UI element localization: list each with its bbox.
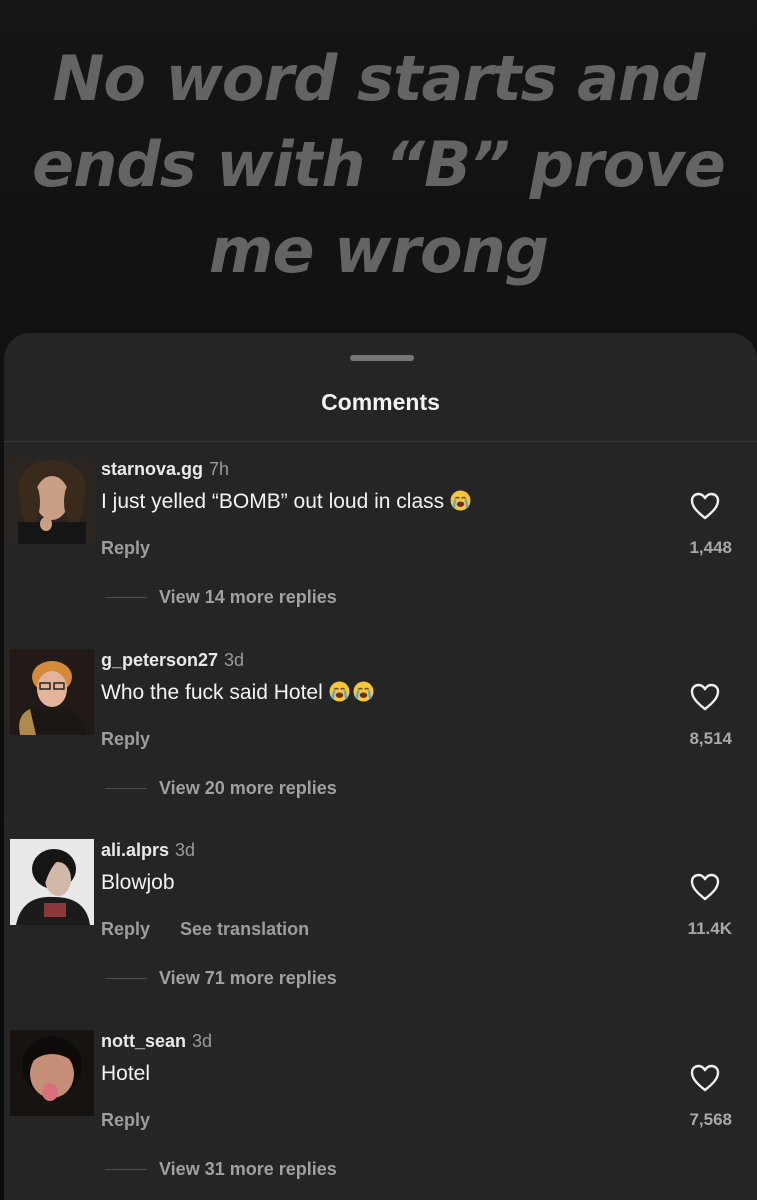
heart-icon[interactable] — [690, 1064, 720, 1092]
heart-icon[interactable] — [690, 683, 720, 711]
reply-button[interactable]: Reply — [101, 1110, 150, 1130]
sheet-title: Comments — [321, 389, 440, 415]
comment-username[interactable]: nott_sean — [101, 1031, 186, 1051]
comment-item: g_peterson27 3d Who the fuck said Hotel R… — [4, 649, 757, 819]
heart-icon[interactable] — [690, 873, 720, 901]
video-caption: No word starts and ends with “B” prove m… — [32, 42, 726, 287]
like-count: 1,448 — [689, 538, 732, 557]
comment-body: I just yelled “BOMB” out loud in class — [101, 490, 471, 514]
avatar[interactable] — [10, 1030, 94, 1116]
comment-actions: Reply — [101, 538, 150, 559]
comment-meta: ali.alprs 3d — [101, 840, 195, 861]
comment-body: Hotel — [101, 1062, 150, 1086]
comment-item: ali.alprs 3d Blowjob Reply See translation… — [4, 839, 757, 1009]
comment-item: nott_sean 3d Hotel Reply 7,568 View 31 mo… — [4, 1030, 757, 1200]
comment-body: Blowjob — [101, 871, 175, 895]
comment-text: I just yelled “BOMB” out loud in class — [101, 490, 445, 513]
loudly-crying-face-icon — [353, 681, 374, 702]
view-replies-label: View 14 more replies — [159, 587, 337, 607]
comment-time: 3d — [175, 840, 196, 860]
comment-body: Who the fuck said Hotel — [101, 681, 374, 705]
comment-username[interactable]: ali.alprs — [101, 840, 169, 860]
comment-time: 7h — [209, 459, 230, 479]
like-count: 7,568 — [689, 1110, 732, 1129]
comments-sheet: Comments starnova.gg 7h I just yelled “BO… — [4, 333, 757, 1200]
avatar[interactable] — [10, 649, 94, 735]
heart-icon[interactable] — [690, 492, 720, 520]
replies-line — [105, 788, 147, 789]
view-replies-label: View 31 more replies — [159, 1159, 337, 1179]
view-replies-label: View 71 more replies — [159, 968, 337, 988]
comment-username[interactable]: starnova.gg — [101, 459, 203, 479]
header-divider — [4, 441, 757, 442]
replies-line — [105, 978, 147, 979]
like-count: 8,514 — [689, 729, 732, 748]
comment-meta: starnova.gg 7h — [101, 459, 229, 480]
comment-meta: nott_sean 3d — [101, 1031, 212, 1052]
view-replies-label: View 20 more replies — [159, 778, 337, 798]
avatar[interactable] — [10, 458, 94, 544]
avatar[interactable] — [10, 839, 94, 925]
avatar-image — [10, 458, 94, 544]
comment-username[interactable]: g_peterson27 — [101, 650, 218, 670]
comment-text: Who the fuck said Hotel — [101, 681, 323, 704]
comment-text: Hotel — [101, 1062, 151, 1085]
replies-line — [105, 1169, 147, 1170]
comment-text: Blowjob — [101, 871, 175, 894]
comment-actions: Reply See translation — [101, 919, 309, 940]
comment-actions: Reply — [101, 729, 150, 750]
avatar-image — [10, 839, 94, 925]
reply-button[interactable]: Reply — [101, 729, 150, 749]
comment-time: 3d — [224, 650, 245, 670]
sheet-drag-handle[interactable] — [350, 355, 414, 361]
like-count: 11.4K — [687, 919, 732, 938]
loudly-crying-face-icon — [450, 490, 471, 511]
reply-button[interactable]: Reply — [101, 919, 150, 939]
comment-item: starnova.gg 7h I just yelled “BOMB” out l… — [4, 458, 757, 628]
comment-actions: Reply — [101, 1110, 150, 1131]
reply-button[interactable]: Reply — [101, 538, 150, 558]
loudly-crying-face-icon — [329, 681, 350, 702]
see-translation-button[interactable]: See translation — [180, 919, 309, 939]
avatar-image — [10, 1030, 94, 1116]
comment-time: 3d — [192, 1031, 213, 1051]
replies-line — [105, 597, 147, 598]
comment-meta: g_peterson27 3d — [101, 650, 244, 671]
avatar-image — [10, 649, 94, 735]
